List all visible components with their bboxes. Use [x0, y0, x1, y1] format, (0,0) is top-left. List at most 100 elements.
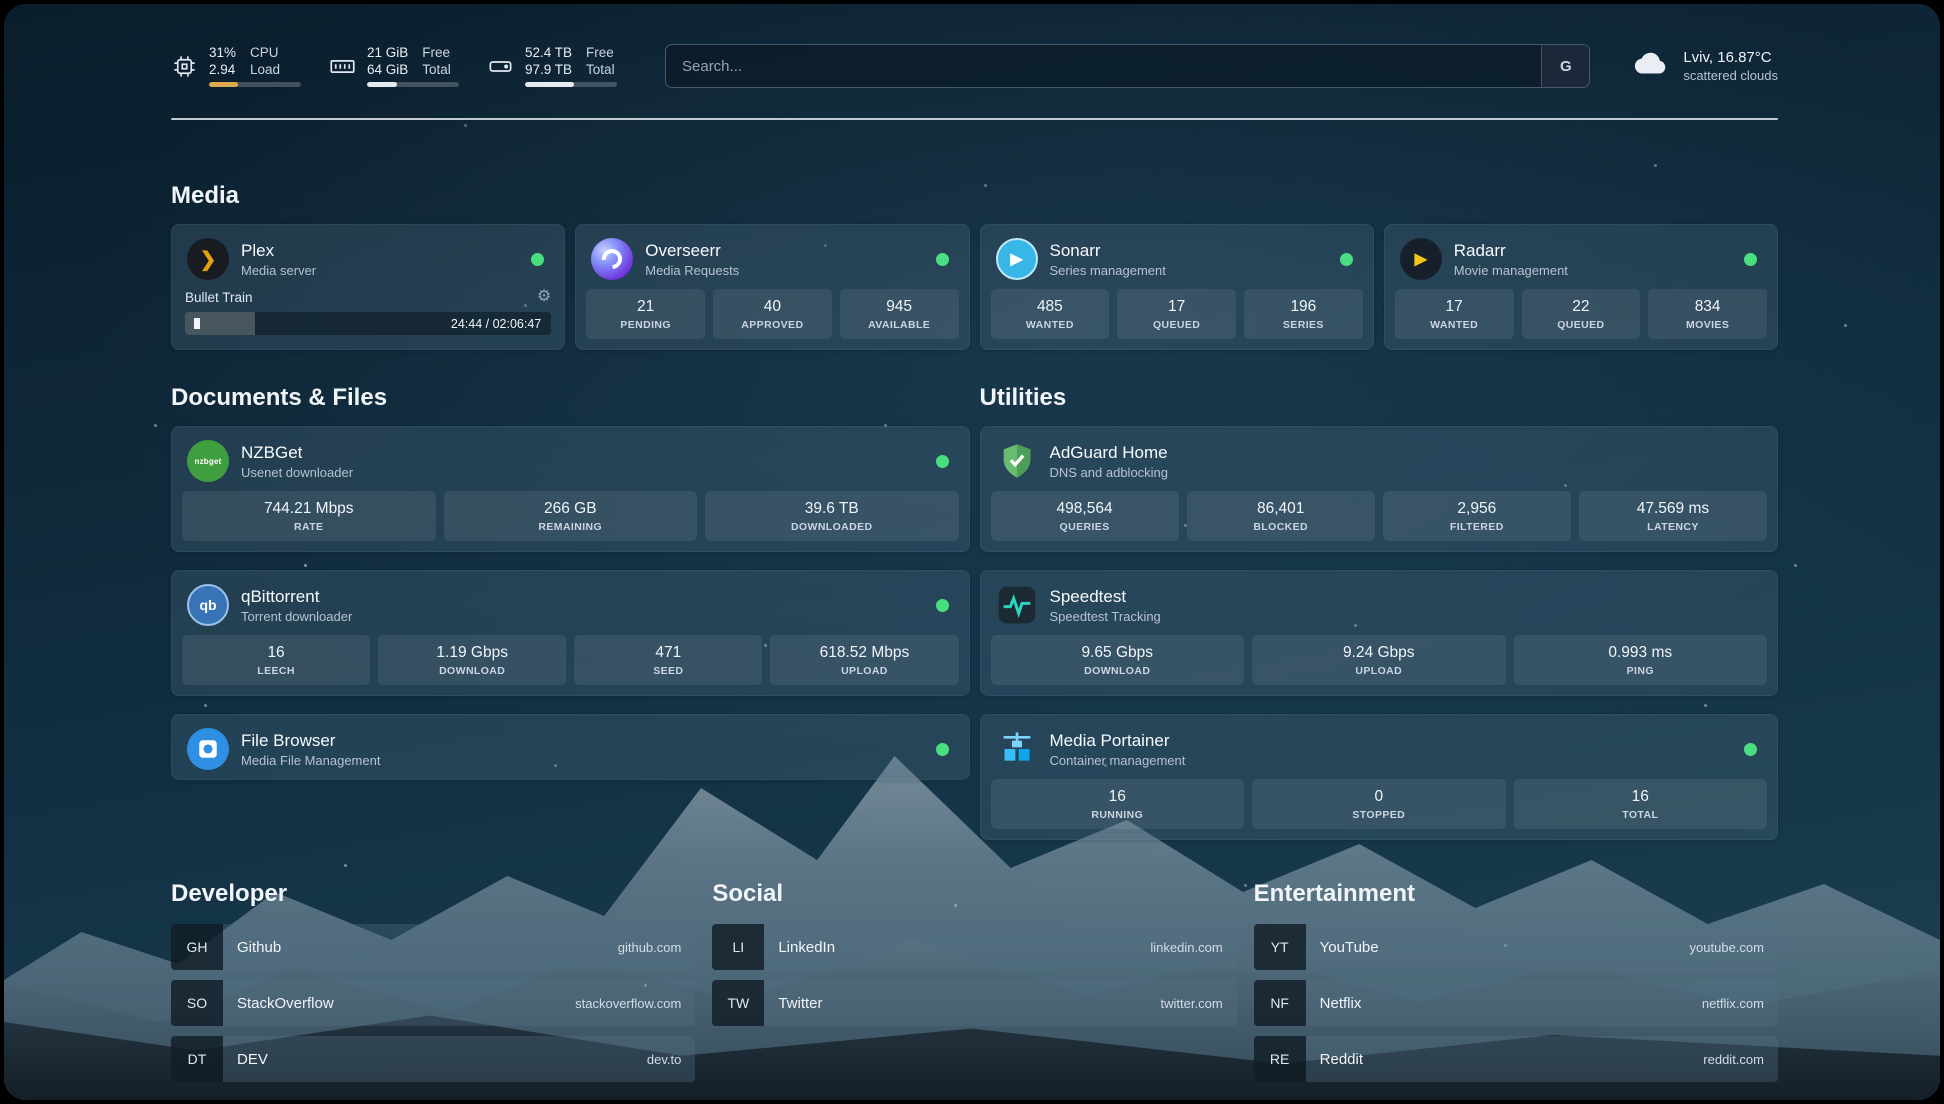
stat-wanted: 17 WANTED	[1395, 289, 1514, 339]
dashboard-root: 31% 2.94 CPU Load	[4, 4, 1940, 1100]
status-dot	[531, 253, 544, 266]
stat-upload: 618.52 Mbps UPLOAD	[770, 635, 958, 685]
service-card-nzbget[interactable]: nzbget NZBGet Usenet downloader 744.21 M…	[171, 426, 970, 552]
plex-now-playing: Bullet Train ⚙ 24:44 / 02:06:47	[182, 289, 554, 335]
stat-pending: 21 PENDING	[586, 289, 705, 339]
settings-icon[interactable]: ⚙	[537, 289, 551, 305]
section-title-documents: Documents & Files	[171, 384, 970, 412]
section-title-entertainment: Entertainment	[1254, 880, 1778, 908]
weather-location: Lviv, 16.87°C	[1683, 49, 1778, 66]
cpu-load-value: 2.94	[209, 62, 236, 79]
bookmark-url: youtube.com	[1690, 924, 1778, 970]
cpu-progress-fill	[209, 82, 238, 87]
bookmarks-section: Developer GH Github github.com SO StackO…	[171, 880, 1778, 1092]
section-title-utilities: Utilities	[980, 384, 1779, 412]
service-card-plex[interactable]: ❯ Plex Media server Bullet Train ⚙	[171, 224, 565, 350]
stat-queued: 17 QUEUED	[1117, 289, 1236, 339]
service-name: qBittorrent	[241, 587, 924, 607]
bookmark-name: Github	[223, 924, 618, 970]
section-title-media: Media	[171, 182, 1778, 210]
bookmark-netflix[interactable]: NF Netflix netflix.com	[1254, 980, 1778, 1026]
stat-wanted: 485 WANTED	[991, 289, 1110, 339]
bookmark-abbr: RE	[1254, 1036, 1306, 1082]
bookmark-url: dev.to	[647, 1036, 695, 1082]
bookmarks-developer: Developer GH Github github.com SO StackO…	[171, 880, 695, 1092]
service-card-radarr[interactable]: ▶ Radarr Movie management 17 WANTED 22 Q…	[1384, 224, 1778, 350]
topbar: 31% 2.94 CPU Load	[171, 40, 1778, 92]
stat-queued: 22 QUEUED	[1522, 289, 1641, 339]
cloud-icon	[1632, 45, 1670, 88]
memory-free-value: 21 GiB	[367, 45, 408, 62]
status-dot	[1340, 253, 1353, 266]
cpu-load-label: Load	[250, 62, 280, 79]
qbittorrent-icon: qb	[187, 584, 229, 626]
pause-icon[interactable]	[194, 318, 200, 329]
bookmark-name: Reddit	[1306, 1036, 1704, 1082]
bookmark-youtube[interactable]: YT YouTube youtube.com	[1254, 924, 1778, 970]
service-card-filebrowser[interactable]: File Browser Media File Management	[171, 714, 970, 780]
section-title-social: Social	[712, 880, 1236, 908]
stat-ping: 0.993 ms PING	[1514, 635, 1768, 685]
bookmark-reddit[interactable]: RE Reddit reddit.com	[1254, 1036, 1778, 1082]
search-bar: G	[665, 44, 1590, 88]
service-subtitle: Torrent downloader	[241, 609, 924, 624]
search-input[interactable]	[666, 45, 1541, 87]
weather-condition: scattered clouds	[1683, 68, 1778, 83]
stat-remaining: 266 GB REMAINING	[444, 491, 698, 541]
cpu-usage-value: 31%	[209, 45, 236, 62]
service-card-overseerr[interactable]: Overseerr Media Requests 21 PENDING 40 A…	[575, 224, 969, 350]
service-card-adguard[interactable]: AdGuard Home DNS and adblocking 498,564 …	[980, 426, 1779, 552]
bookmark-abbr: NF	[1254, 980, 1306, 1026]
disk-progress-fill	[525, 82, 574, 87]
stat-seed: 471 SEED	[574, 635, 762, 685]
service-card-speedtest[interactable]: Speedtest Speedtest Tracking 9.65 Gbps D…	[980, 570, 1779, 696]
cpu-progress-track	[209, 82, 301, 87]
bookmark-abbr: GH	[171, 924, 223, 970]
bookmark-dev[interactable]: DT DEV dev.to	[171, 1036, 695, 1082]
status-dot	[936, 455, 949, 468]
playback-progress-bar[interactable]: 24:44 / 02:06:47	[185, 312, 551, 335]
bookmark-abbr: YT	[1254, 924, 1306, 970]
memory-widget: 21 GiB 64 GiB Free Total	[329, 45, 459, 88]
bookmark-linkedin[interactable]: LI LinkedIn linkedin.com	[712, 924, 1236, 970]
disk-free-value: 52.4 TB	[525, 45, 572, 62]
portainer-icon	[996, 728, 1038, 770]
service-card-qbittorrent[interactable]: qb qBittorrent Torrent downloader 16 LEE…	[171, 570, 970, 696]
service-name: AdGuard Home	[1050, 443, 1763, 463]
stat-approved: 40 APPROVED	[713, 289, 832, 339]
bookmark-github[interactable]: GH Github github.com	[171, 924, 695, 970]
bookmark-twitter[interactable]: TW Twitter twitter.com	[712, 980, 1236, 1026]
adguard-icon	[996, 440, 1038, 482]
documents-section: Documents & Files nzbget NZBGet Usenet d…	[171, 384, 970, 780]
bookmark-abbr: DT	[171, 1036, 223, 1082]
service-subtitle: Media server	[241, 263, 519, 278]
cpu-usage-label: CPU	[250, 45, 280, 62]
bookmark-name: Netflix	[1306, 980, 1702, 1026]
bookmark-url: linkedin.com	[1150, 924, 1236, 970]
stat-movies: 834 MOVIES	[1648, 289, 1767, 339]
stat-rate: 744.21 Mbps RATE	[182, 491, 436, 541]
weather-widget[interactable]: Lviv, 16.87°C scattered clouds	[1632, 45, 1778, 88]
stat-stopped: 0 STOPPED	[1252, 779, 1506, 829]
bookmark-stackoverflow[interactable]: SO StackOverflow stackoverflow.com	[171, 980, 695, 1026]
service-name: Speedtest	[1050, 587, 1763, 607]
memory-free-label: Free	[422, 45, 451, 62]
service-card-sonarr[interactable]: ▶ Sonarr Series management 485 WANTED 17…	[980, 224, 1374, 350]
bookmark-url: twitter.com	[1161, 980, 1237, 1026]
media-section: ❯ Plex Media server Bullet Train ⚙	[171, 224, 1778, 350]
memory-total-value: 64 GiB	[367, 62, 408, 79]
nzbget-icon: nzbget	[187, 440, 229, 482]
service-subtitle: DNS and adblocking	[1050, 465, 1763, 480]
service-card-portainer[interactable]: Media Portainer Container management 16 …	[980, 714, 1779, 840]
service-subtitle: Usenet downloader	[241, 465, 924, 480]
disk-total-label: Total	[586, 62, 615, 79]
radarr-icon: ▶	[1400, 238, 1442, 280]
bookmark-name: Twitter	[764, 980, 1160, 1026]
search-provider-button[interactable]: G	[1541, 45, 1589, 87]
bookmark-abbr: LI	[712, 924, 764, 970]
bookmarks-social: Social LI LinkedIn linkedin.com TW Twitt…	[712, 880, 1236, 1092]
stat-series: 196 SERIES	[1244, 289, 1363, 339]
cpu-icon	[171, 53, 198, 80]
stat-running: 16 RUNNING	[991, 779, 1245, 829]
stat-leech: 16 LEECH	[182, 635, 370, 685]
